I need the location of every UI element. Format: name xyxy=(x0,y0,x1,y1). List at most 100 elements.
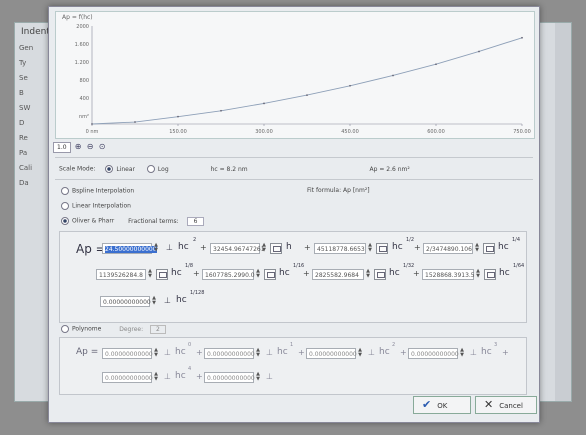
plus-sign: + xyxy=(196,348,203,357)
bspline-option[interactable]: Bspline Interpolation xyxy=(61,187,134,195)
degree-input[interactable]: 2 xyxy=(150,324,166,334)
area-function-chart[interactable]: 2000 1.600 1.200 800 400 nm² 0 nm 150.00 300.00 4… xyxy=(56,12,534,138)
coefficient-c5-input[interactable]: 1607785.2990.0 xyxy=(202,269,255,280)
coefficient-c3-input[interactable]: 2/3474890.106 xyxy=(423,243,473,254)
x-tick-label: 750.00 xyxy=(513,129,531,135)
radio-off-icon xyxy=(61,187,69,195)
spin-icon[interactable]: ▲ ▼ xyxy=(255,269,261,280)
coefficient-c6-input[interactable]: 2825582.9684 xyxy=(312,269,364,280)
toggle-term-icon[interactable] xyxy=(156,269,168,280)
exponent: 1 xyxy=(290,342,294,348)
poly-coeff-5-input[interactable]: 0.00000000000 xyxy=(204,372,255,383)
coefficient-c4-input[interactable]: 1139526284.8 xyxy=(96,269,146,280)
zoom-in-icon[interactable]: ⊕ xyxy=(74,142,83,152)
plot-toolbar: 1.0 ⊕ ⊖ ⊙ xyxy=(53,141,107,153)
spin-icon[interactable]: ▲ ▼ xyxy=(153,348,159,359)
lock-icon[interactable]: ⊥ xyxy=(164,372,171,381)
polynome-formula: Ap = 0.00000000000 ▲ ▼ ⊥ hc 0 + 0.0000000… xyxy=(59,337,527,395)
toggle-term-icon[interactable] xyxy=(484,269,496,280)
exponent: 4 xyxy=(188,366,192,372)
scale-linear-radio[interactable]: Linear xyxy=(105,165,135,173)
exponent: 1/2 xyxy=(406,237,415,243)
zoom-out-icon[interactable]: ⊖ xyxy=(86,142,95,152)
hc-readout: hc = 8.2 nm xyxy=(210,165,248,173)
zoom-select[interactable]: 1.0 xyxy=(53,141,71,153)
spin-icon[interactable]: ▲ ▼ xyxy=(475,269,481,280)
toggle-term-icon[interactable] xyxy=(483,243,495,254)
toggle-term-icon[interactable] xyxy=(376,243,388,254)
separator xyxy=(55,179,533,180)
spin-icon[interactable]: ▲ ▼ xyxy=(255,372,261,383)
y-tick-label: nm² xyxy=(79,114,89,120)
plus-sign: + xyxy=(298,348,305,357)
toggle-term-icon[interactable] xyxy=(270,243,282,254)
lock-icon[interactable]: ⊥ xyxy=(266,348,273,357)
spin-icon[interactable]: ▲ ▼ xyxy=(153,372,159,383)
degree-label: Degree: xyxy=(119,325,144,333)
lock-icon[interactable]: ⊥ xyxy=(266,372,273,381)
coefficient-c1-input[interactable]: 32454.96747261 xyxy=(210,243,265,254)
spin-icon[interactable]: ▲ ▼ xyxy=(459,348,465,359)
coefficient-c7-input[interactable]: 1528868.3913.5 xyxy=(422,269,475,280)
lock-icon[interactable]: ⊥ xyxy=(166,243,173,252)
poly-coeff-1-input[interactable]: 0.00000000000 xyxy=(204,348,255,359)
x-tick-label: 300.00 xyxy=(255,129,273,135)
spin-icon[interactable]: ▲ ▼ xyxy=(365,269,371,280)
poly-coeff-2-input[interactable]: 0.00000000000 xyxy=(306,348,357,359)
hc-term: hc xyxy=(176,295,187,305)
cancel-button[interactable]: ✕ Cancel xyxy=(475,396,537,414)
spin-icon[interactable]: ▲ ▼ xyxy=(255,348,261,359)
poly-coeff-4-input[interactable]: 0.00000000000 xyxy=(102,372,153,383)
y-tick-label: 2000 xyxy=(76,24,89,30)
lock-icon[interactable]: ⊥ xyxy=(164,348,171,357)
zoom-reset-icon[interactable]: ⊙ xyxy=(98,142,107,152)
fractional-terms-input[interactable]: 6 xyxy=(186,216,205,226)
poly-coeff-3-input[interactable]: 0.00000000000 xyxy=(408,348,459,359)
toggle-term-icon[interactable] xyxy=(374,269,386,280)
x-tick-label: 600.00 xyxy=(427,129,445,135)
data-point xyxy=(220,109,222,112)
radio-off-icon xyxy=(146,165,155,173)
spin-icon[interactable]: ▲ ▼ xyxy=(151,296,157,307)
radio-off-icon xyxy=(61,325,69,333)
coefficient-c8-input[interactable]: 0.00000000000 xyxy=(100,296,151,307)
plus-sign: + xyxy=(193,269,200,278)
hc-term: hc xyxy=(277,347,288,357)
hc-term: hc xyxy=(389,268,400,278)
oliver-pharr-option[interactable]: Oliver & Pharr Fractional terms: 6 xyxy=(61,216,205,226)
data-point xyxy=(306,94,308,96)
exponent: 0 xyxy=(188,342,192,348)
exponent: 3 xyxy=(494,342,498,348)
h-term: h xyxy=(286,242,292,252)
lock-icon[interactable]: ⊥ xyxy=(470,348,477,357)
ok-button[interactable]: ✔ OK xyxy=(413,396,471,414)
linear-interp-option[interactable]: Linear Interpolation xyxy=(61,202,131,210)
hc-term: hc xyxy=(171,268,182,278)
oliver-pharr-label: Oliver & Pharr xyxy=(72,217,115,225)
plus-sign: + xyxy=(502,348,509,357)
plot-area: Ap = f(hc) 2000 1.600 1.200 800 400 nm² 0 nm 15… xyxy=(55,11,535,139)
spin-icon[interactable]: ▲ ▼ xyxy=(153,243,159,254)
data-point xyxy=(392,74,394,77)
spin-icon[interactable]: ▲ ▼ xyxy=(261,243,267,254)
spin-icon[interactable]: ▲ ▼ xyxy=(147,269,153,280)
lock-icon[interactable]: ⊥ xyxy=(164,296,171,305)
coefficient-c2-input[interactable]: 45118778.6653 xyxy=(314,243,366,254)
polynome-option[interactable]: Polynome Degree: 2 xyxy=(61,324,166,334)
data-point xyxy=(435,63,437,66)
hc-term: hc xyxy=(178,242,189,252)
lock-icon[interactable]: ⊥ xyxy=(368,348,375,357)
spin-icon[interactable]: ▲ ▼ xyxy=(474,243,480,254)
coefficient-c0-input[interactable]: 24.50000000000 xyxy=(102,243,157,254)
exponent: 1/128 xyxy=(190,290,205,296)
hc-term: hc xyxy=(175,347,186,357)
spin-icon[interactable]: ▲ ▼ xyxy=(367,243,373,254)
toggle-term-icon[interactable] xyxy=(264,269,276,280)
hc-term: hc xyxy=(392,242,403,252)
x-tick-label: 450.00 xyxy=(341,129,359,135)
scale-log-label: Log xyxy=(157,165,169,173)
scale-log-radio[interactable]: Log xyxy=(146,165,169,173)
spin-icon[interactable]: ▲ ▼ xyxy=(357,348,363,359)
coefficient-c0-value: 24.50000000000 xyxy=(105,246,157,253)
poly-coeff-0-input[interactable]: 0.00000000000 xyxy=(102,348,153,359)
